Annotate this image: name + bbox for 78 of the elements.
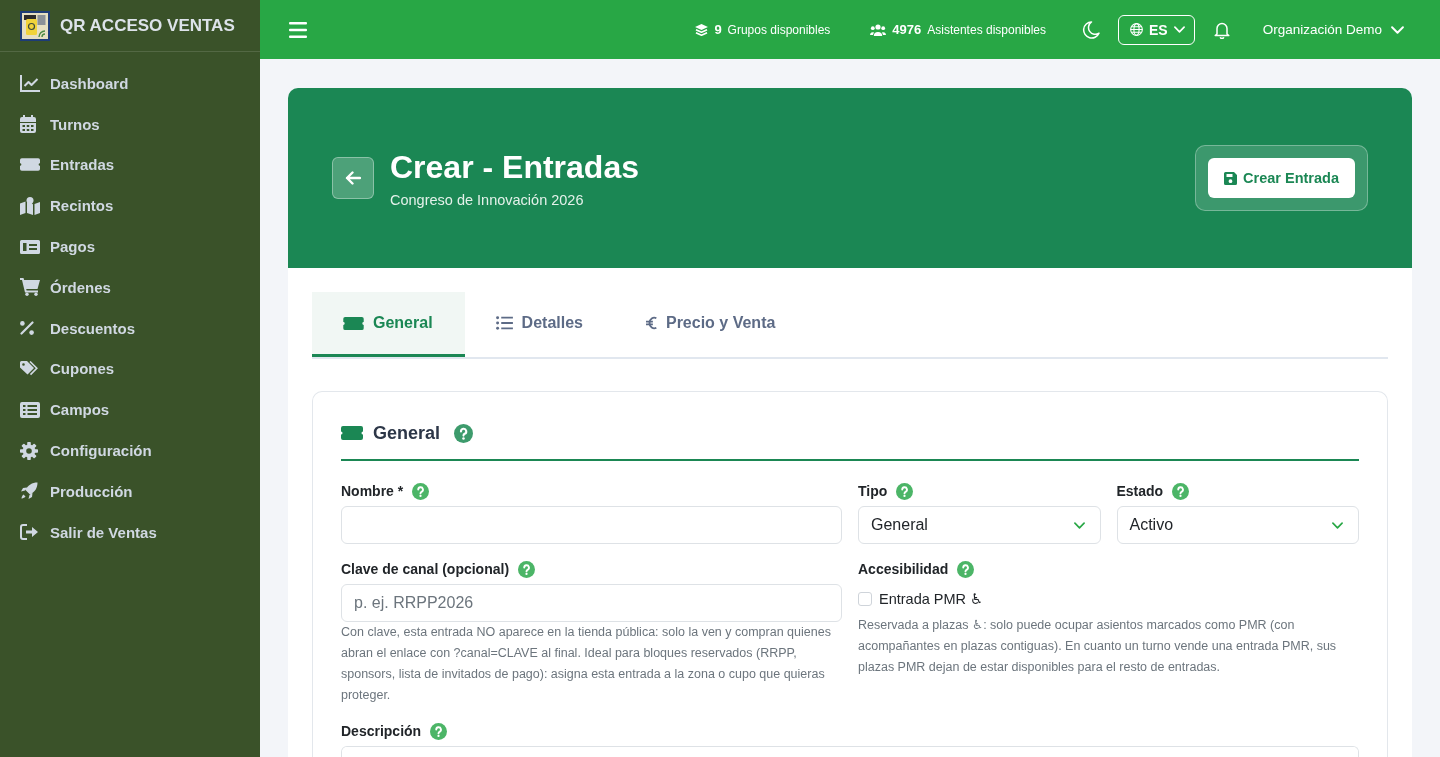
rocket-icon — [20, 482, 38, 501]
save-icon — [1224, 171, 1238, 185]
help-text: Reservada a plazas ♿: solo puede ocupar asientos marcados como PMR (con acompañantes en plazas contiguas). En cuanto un turno vende una entrada PMR, sus plazas PMR dejan de estar disponibles para el resto de entradas. — [858, 617, 1338, 676]
map-pin-icon — [20, 196, 40, 215]
chevron-down-icon — [1391, 25, 1404, 34]
tab[interactable]: Precio y Venta — [614, 292, 808, 357]
cart-icon — [20, 278, 40, 297]
ticket-icon — [20, 158, 40, 172]
sidebar-item[interactable]: Dashboard — [0, 63, 260, 104]
create-button[interactable]: Crear Entrada — [1208, 158, 1355, 198]
field-label: Accesibilidad — [858, 561, 949, 577]
sidebar-item[interactable]: Pagos — [0, 226, 260, 267]
moon-icon[interactable] — [1082, 20, 1100, 39]
money-bill-icon — [20, 239, 40, 254]
text-input[interactable]: p. ej. RRPP2026 — [341, 584, 842, 622]
checkbox[interactable] — [858, 592, 872, 606]
list-icon — [495, 316, 513, 330]
ticket-icon — [343, 316, 364, 330]
chevron-down-icon — [1073, 521, 1085, 529]
help-icon[interactable] — [896, 482, 914, 500]
bell-icon[interactable] — [1213, 20, 1230, 39]
sidebar-item[interactable]: Descuentos — [0, 307, 260, 349]
calendar-icon — [20, 115, 36, 134]
chevron-down-icon — [1173, 26, 1185, 33]
field-label: Estado — [1116, 483, 1164, 499]
select-field[interactable]: Activo — [1116, 506, 1359, 544]
text-input[interactable] — [341, 506, 842, 544]
chart-line-icon — [20, 74, 40, 92]
language-button[interactable]: ES — [1118, 14, 1195, 45]
sidebar-item[interactable]: Campos — [0, 389, 260, 431]
sign-out-icon — [20, 524, 38, 541]
brand-name: QR ACCESO VENTAS — [60, 15, 235, 36]
help-icon[interactable] — [1172, 482, 1190, 500]
tab[interactable]: General — [312, 292, 465, 357]
field-label: Nombre * — [341, 483, 404, 499]
help-icon[interactable] — [412, 482, 430, 500]
stat-count: 4976 — [892, 22, 922, 37]
menu-icon[interactable] — [289, 21, 307, 38]
globe-icon — [1130, 23, 1143, 36]
help-icon[interactable] — [430, 722, 448, 740]
sidebar-item[interactable]: Turnos — [0, 103, 260, 145]
stat-count: 9 — [714, 22, 722, 37]
field-label: Clave de canal (opcional) — [341, 561, 510, 577]
help-text: Con clave, esta entrada NO aparece en la tienda pública: solo la ven y compran quienes abran el enlace con ?canal=CLAVE al final. Ideal para bloques reservados (RRPP, sponsors, lista de invitados de pago): asigna esta entrada a la zona o cupo que quieras proteger. — [341, 624, 832, 704]
gear-icon — [20, 441, 38, 460]
back-button[interactable] — [332, 157, 374, 199]
euro-icon — [645, 316, 657, 330]
layers-icon — [695, 23, 709, 36]
page-subtitle: Congreso de Innovación 2026 — [390, 190, 585, 209]
page-title: Crear - Entradas — [390, 147, 639, 186]
percent-icon — [20, 321, 34, 336]
stat-label: Grupos disponibles — [727, 22, 831, 37]
chevron-down-icon — [1332, 521, 1343, 529]
sidebar-item[interactable]: Producción — [0, 470, 260, 512]
ticket-icon — [341, 426, 363, 440]
qr-phone-icon — [20, 10, 50, 41]
sidebar-item[interactable]: Cupones — [0, 348, 260, 390]
list-icon — [20, 401, 40, 418]
section-title: General — [373, 422, 441, 445]
users-icon — [870, 23, 887, 36]
tags-icon — [20, 360, 38, 377]
sidebar-item[interactable]: Entradas — [0, 144, 260, 186]
field-label: Tipo — [858, 483, 888, 499]
help-icon[interactable] — [518, 560, 536, 578]
help-icon[interactable] — [454, 423, 474, 443]
sidebar-item[interactable]: Salir de Ventas — [0, 511, 260, 553]
help-icon[interactable] — [957, 560, 975, 578]
checkbox-label: Entrada PMR ♿ — [879, 591, 984, 607]
field-label: Descripción — [341, 723, 422, 739]
tab[interactable]: Detalles — [464, 292, 615, 357]
textarea-field[interactable] — [341, 746, 1359, 757]
sidebar-item[interactable]: Órdenes — [0, 267, 260, 308]
user-menu[interactable]: Organización Demo — [1262, 22, 1404, 37]
arrow-left-icon — [345, 171, 361, 185]
sidebar-item[interactable]: Recintos — [0, 185, 260, 227]
sidebar-item[interactable]: Configuración — [0, 430, 260, 471]
select-field[interactable]: General — [858, 506, 1101, 544]
stat-label: Asistentes disponibles — [927, 22, 1046, 37]
